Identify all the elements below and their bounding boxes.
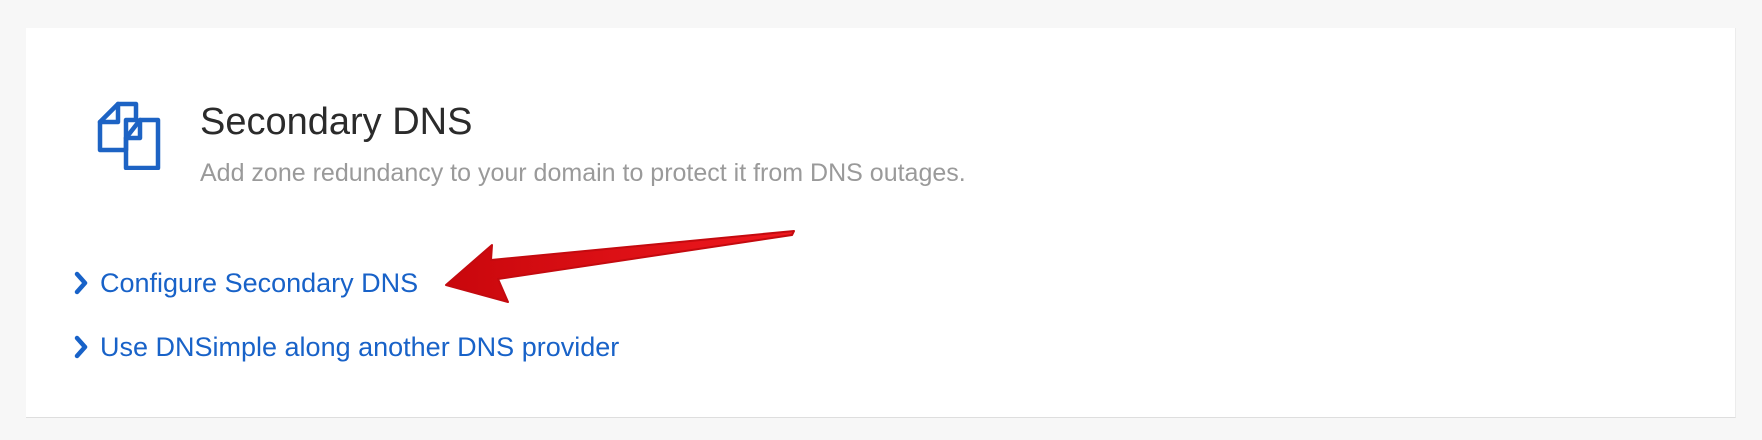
link-label: Configure Secondary DNS [100, 267, 419, 298]
chevron-right-icon [74, 335, 88, 359]
action-links: Configure Secondary DNS Use DNSimple alo… [70, 264, 619, 392]
chevron-right-icon [74, 271, 88, 295]
link-label: Use DNSimple along another DNS provider [100, 331, 620, 362]
duplicate-pages-icon [97, 101, 161, 170]
secondary-dns-card: Secondary DNS Add zone redundancy to you… [26, 28, 1736, 418]
configure-secondary-dns-link[interactable]: Configure Secondary DNS [70, 264, 619, 302]
page-title: Secondary DNS [200, 101, 473, 143]
use-another-dns-provider-link[interactable]: Use DNSimple along another DNS provider [70, 328, 619, 366]
page-description: Add zone redundancy to your domain to pr… [200, 159, 966, 187]
